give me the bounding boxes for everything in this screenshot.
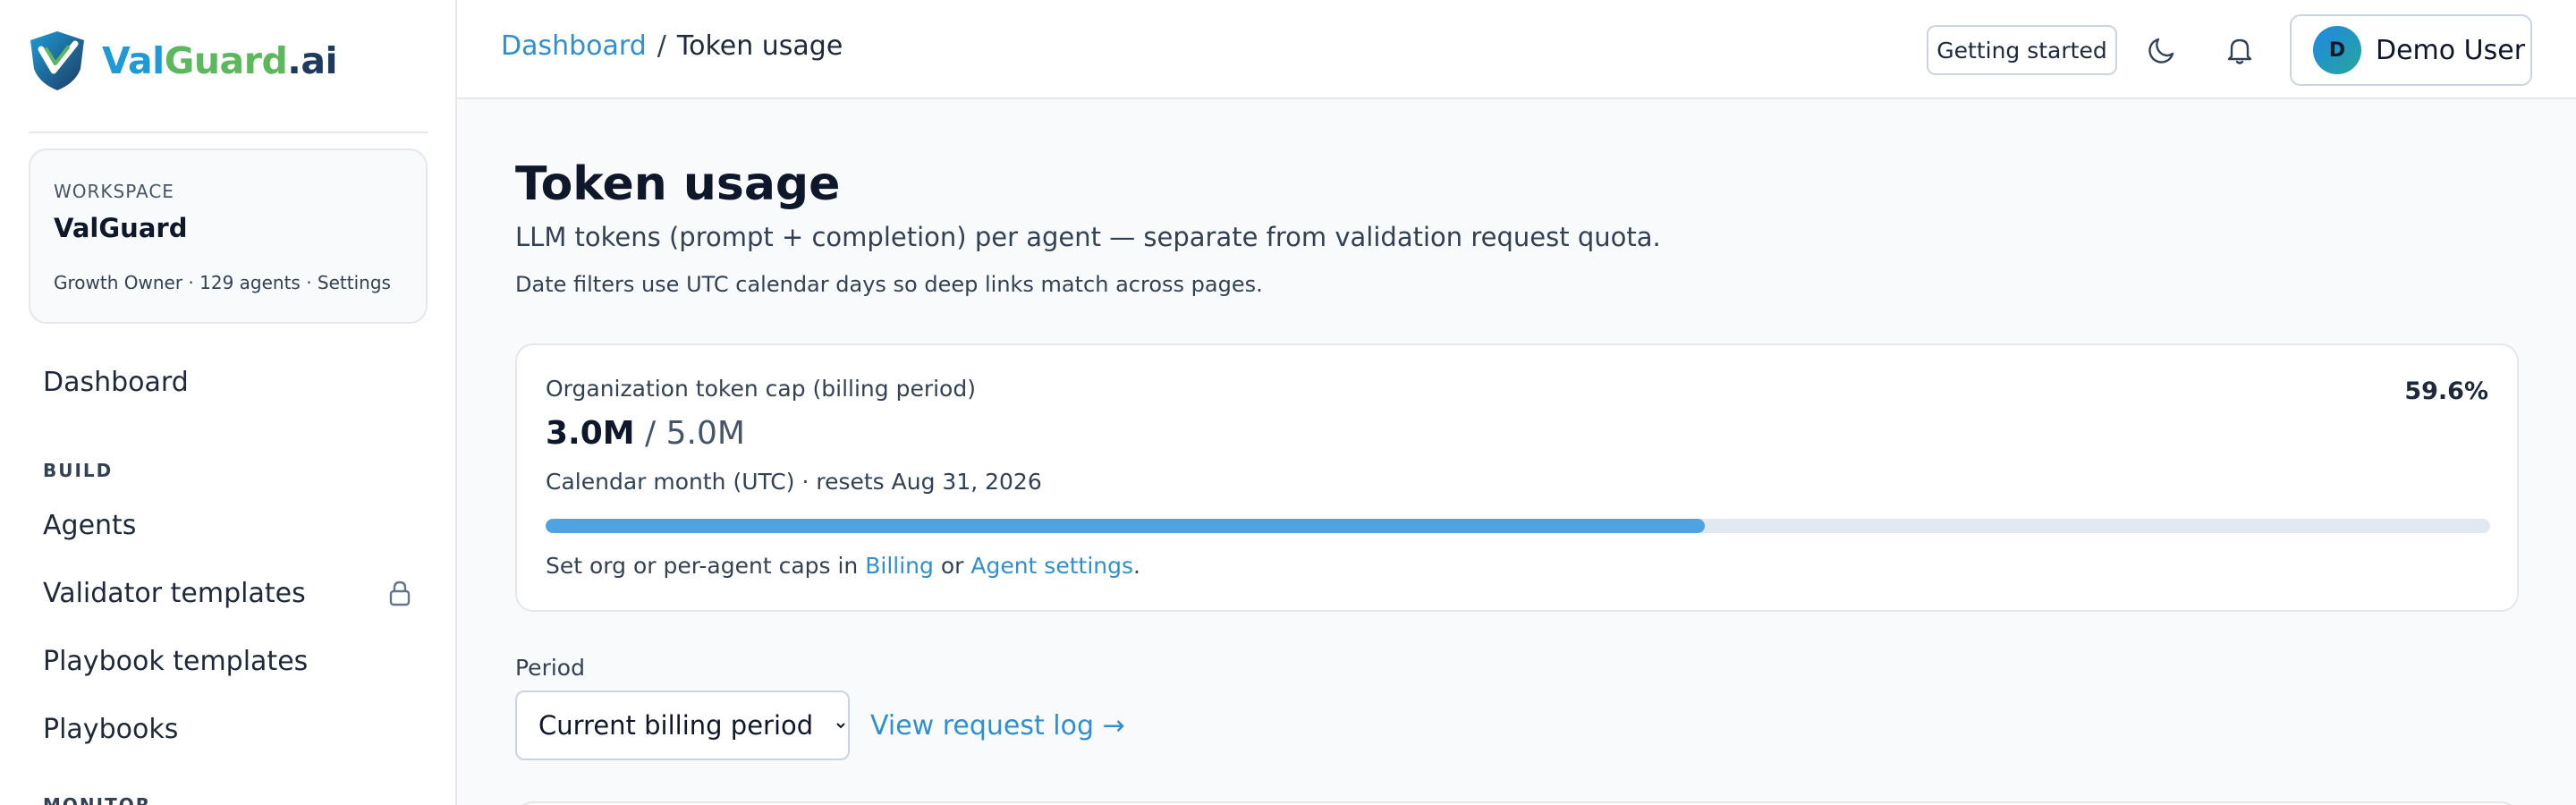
avatar: D [2313,26,2361,74]
token-cap-footer: Set org or per-agent caps in Billing or … [546,553,1140,579]
agent-settings-link[interactable]: Agent settings [970,553,1133,579]
brand-name-part-guard: Guard [164,39,288,82]
period-label: Period [515,655,585,681]
sidebar: ValGuard.ai WORKSPACE ValGuard Growth Ow… [0,0,457,805]
workspace-kicker: WORKSPACE [54,181,174,202]
token-cap-progress-fill [546,519,1705,533]
page-subtitle: LLM tokens (prompt + completion) per age… [515,222,1661,252]
breadcrumb-separator: / [657,30,666,62]
sidebar-item-playbook-templates[interactable]: Playbook templates [43,646,308,677]
getting-started-button[interactable]: Getting started [1927,25,2117,75]
token-cap-value: 3.0M / 5.0M [546,415,745,452]
token-cap-separator: / [634,415,666,452]
sidebar-item-validator-templates[interactable]: Validator templates [43,578,306,609]
brand-logo[interactable]: ValGuard.ai [27,29,338,93]
sidebar-item-agents[interactable]: Agents [43,510,136,541]
user-name: Demo User [2376,34,2526,66]
moon-icon [2148,38,2174,64]
lock-icon [389,580,411,606]
sidebar-divider [29,131,428,133]
workspace-meta: Growth Owner · 129 agents · Settings [54,272,391,293]
view-request-log-link[interactable]: View request log → [870,710,1125,741]
sidebar-section-monitor: MONITOR [43,794,152,805]
token-cap-card: Organization token cap (billing period) … [515,343,2519,612]
topbar: Dashboard / Token usage Getting started D … [457,0,2576,99]
page-note: Date filters use UTC calendar days so de… [515,272,1263,297]
token-cap-footer-text: Set org or per-agent caps in [546,553,866,579]
token-cap-label: Organization token cap (billing period) [546,376,976,402]
notifications-button[interactable] [2220,30,2259,70]
shield-logo-icon [30,31,84,90]
theme-toggle-button[interactable] [2142,30,2182,70]
breadcrumb-current: Token usage [676,30,843,62]
billing-link[interactable]: Billing [865,553,934,579]
workspace-card[interactable]: WORKSPACE ValGuard Growth Owner · 129 ag… [29,148,428,324]
breadcrumb-dashboard-link[interactable]: Dashboard [501,30,647,62]
workspace-name: ValGuard [54,213,188,243]
usage-table-card [515,801,2519,805]
token-cap-total: 5.0M [665,415,745,452]
brand-name: ValGuard.ai [102,39,338,82]
token-cap-footer-or: or [933,553,971,579]
bell-icon [2227,38,2252,64]
sidebar-item-dashboard[interactable]: Dashboard [43,367,189,398]
sidebar-item-playbooks[interactable]: Playbooks [43,714,178,745]
token-cap-reset: Calendar month (UTC) · resets Aug 31, 20… [546,469,1042,495]
breadcrumb: Dashboard / Token usage [501,30,843,62]
token-cap-footer-end: . [1133,553,1140,579]
brand-name-part-val: Val [102,39,165,82]
token-cap-progress-track [546,519,2490,533]
token-cap-used: 3.0M [546,415,635,452]
token-cap-percent: 59.6% [2404,377,2488,405]
user-menu-button[interactable]: D Demo User [2290,14,2532,86]
brand-name-part-ai: .ai [287,39,338,82]
page-title: Token usage [515,157,841,211]
sidebar-section-build: BUILD [43,460,114,481]
period-select[interactable]: Current billing period [515,691,850,760]
